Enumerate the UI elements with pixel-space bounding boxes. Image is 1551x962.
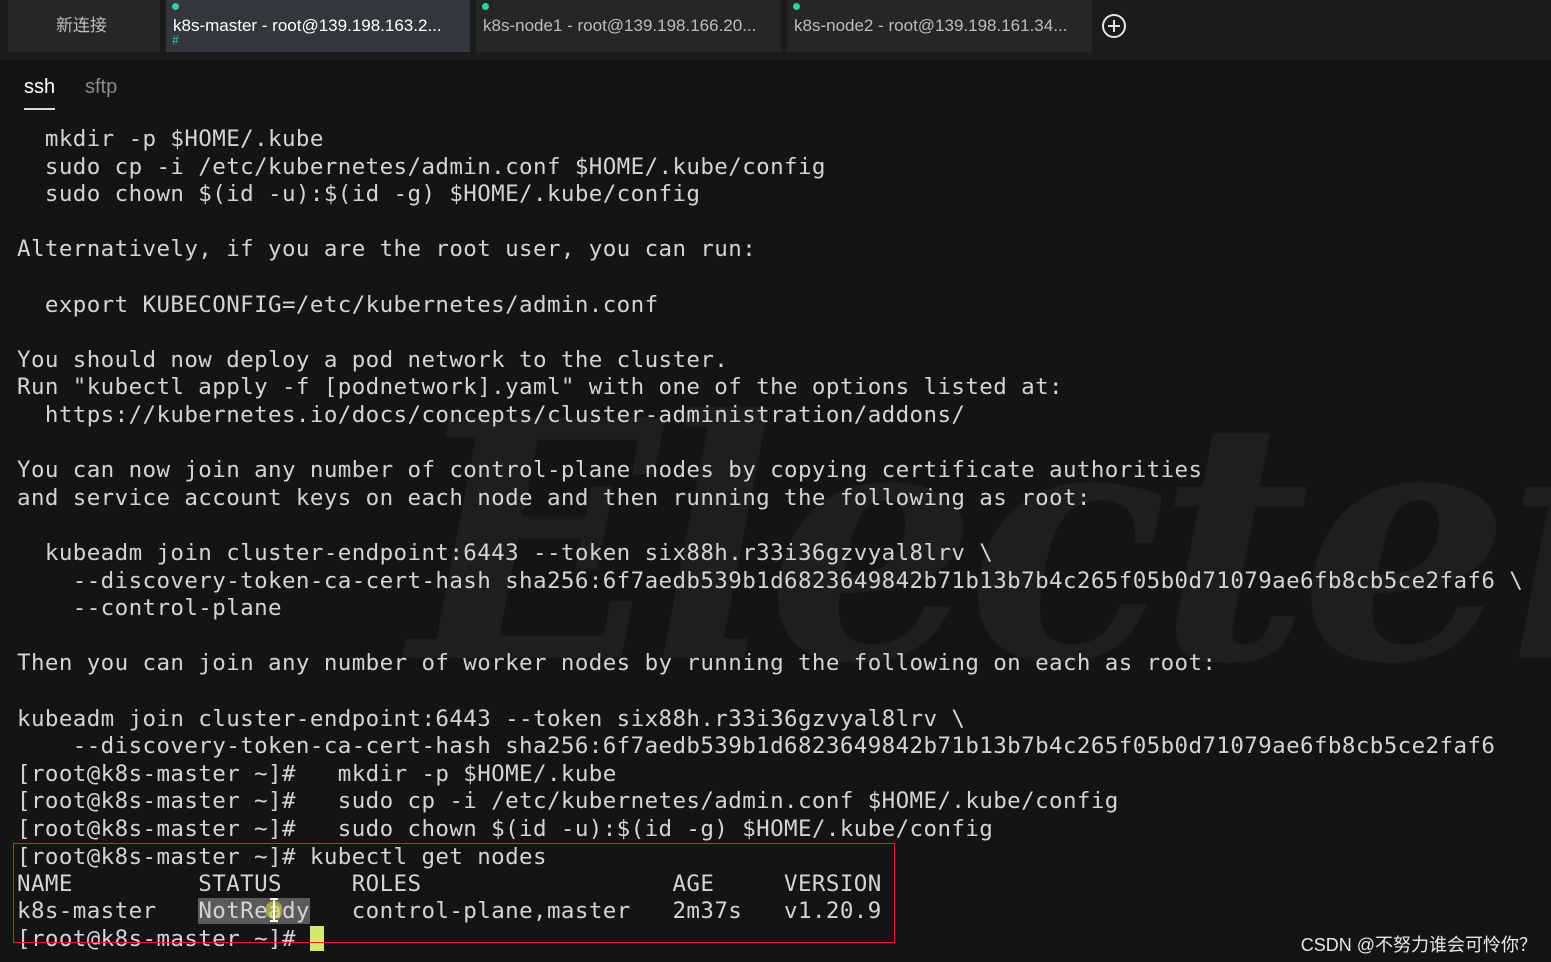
tab-k8s-node1[interactable]: k8s-node1 - root@139.198.166.20...	[476, 0, 781, 52]
csdn-credit: CSDN @不努力谁会可怜你？	[1300, 935, 1537, 955]
terminal-line: Run "kubectl apply -f [podnetwork].yaml"…	[17, 374, 1063, 401]
connected-status-icon	[172, 3, 179, 10]
active-subtab-indicator	[24, 108, 55, 110]
subtab-ssh[interactable]: ssh	[24, 76, 55, 99]
highlight-box	[13, 843, 895, 943]
terminal-line: --discovery-token-ca-cert-hash sha256:6f…	[17, 567, 1524, 594]
tab-label: k8s-node2 - root@139.198.161.34...	[794, 16, 1068, 35]
connected-status-icon	[793, 3, 800, 10]
terminal-line: mkdir -p $HOME/.kube	[17, 126, 324, 152]
tab-k8s-node2[interactable]: k8s-node2 - root@139.198.161.34...	[787, 0, 1092, 52]
terminal-line: [root@k8s-master ~]# sudo cp -i /etc/kub…	[17, 788, 1119, 815]
tab-k8s-master[interactable]: k8s-master - root@139.198.163.2... #	[166, 0, 470, 52]
terminal-line: --control-plane	[17, 595, 282, 622]
terminal-line: --discovery-token-ca-cert-hash sha256:6f…	[17, 733, 1496, 760]
terminal-line: sudo chown $(id -u):$(id -g) $HOME/.kube…	[17, 181, 701, 208]
terminal-line: [root@k8s-master ~]# mkdir -p $HOME/.kub…	[17, 760, 617, 787]
tab-label: 新连接	[56, 16, 107, 35]
terminal-line: sudo cp -i /etc/kubernetes/admin.conf $H…	[17, 153, 826, 180]
terminal-line: Alternatively, if you are the root user,…	[17, 236, 757, 263]
terminal-line: [root@k8s-master ~]# sudo chown $(id -u)…	[17, 816, 994, 842]
terminal-line: kubeadm join cluster-endpoint:6443 --tok…	[17, 705, 966, 732]
terminal-line: You should now deploy a pod network to t…	[17, 346, 729, 373]
tab-new-connection[interactable]: 新连接	[8, 0, 160, 52]
terminal-line: https://kubernetes.io/docs/concepts/clus…	[17, 402, 966, 428]
subtab-sftp[interactable]: sftp	[85, 76, 117, 99]
add-tab-icon[interactable]	[1101, 13, 1127, 39]
terminal-line: kubeadm join cluster-endpoint:6443 --tok…	[17, 540, 994, 566]
tab-label: k8s-master - root@139.198.163.2...	[173, 16, 442, 35]
text-cursor-icon	[266, 898, 282, 922]
terminal-line: and service account keys on each node an…	[17, 484, 1091, 511]
hash-icon: #	[172, 33, 179, 47]
terminal-line: You can now join any number of control-p…	[17, 457, 1203, 484]
tab-label: k8s-node1 - root@139.198.166.20...	[483, 16, 757, 35]
terminal-line: Then you can join any number of worker n…	[17, 650, 1217, 677]
connected-status-icon	[482, 3, 489, 10]
terminal-line: export KUBECONFIG=/etc/kubernetes/admin.…	[17, 291, 659, 318]
tab-bar: 新连接 k8s-master - root@139.198.163.2... #…	[0, 0, 1551, 60]
session-subtabs: ssh sftp	[0, 60, 1551, 118]
